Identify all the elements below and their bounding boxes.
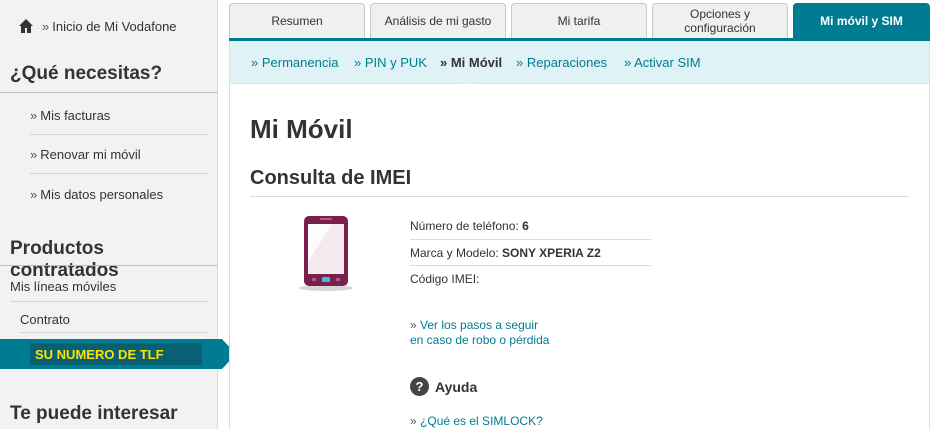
divider	[410, 239, 651, 240]
divider	[410, 265, 651, 266]
interest-heading: Te puede interesar	[10, 403, 178, 424]
page-title: Mi Móvil	[250, 114, 353, 144]
chevron-icon: »	[410, 414, 417, 428]
theft-loss-link[interactable]: » Ver los pasos a seguir en caso de robo…	[410, 318, 549, 348]
model-row: Marca y Modelo: SONY XPERIA Z2	[410, 246, 651, 260]
sidebar-item-label: Renovar mi móvil	[40, 147, 141, 162]
chevron-icon: »	[30, 108, 38, 123]
sidebar: » Inicio de Mi Vodafone ¿Qué necesitas? …	[0, 0, 236, 429]
sidebar-item-renew-phone[interactable]: » Renovar mi móvil	[30, 136, 208, 174]
active-line-item[interactable]: SU NUMERO DE TLF	[0, 339, 236, 369]
chevron-icon: »	[42, 18, 50, 34]
sub-navigation: » Permanencia » PIN y PUK » Mi Móvil » R…	[229, 41, 930, 91]
model-label: Marca y Modelo:	[410, 246, 499, 260]
sidebar-item-personal-data[interactable]: » Mis datos personales	[30, 175, 208, 213]
chevron-icon: »	[410, 318, 417, 332]
tab-summary[interactable]: Resumen	[229, 3, 365, 38]
theft-link-line1: Ver los pasos a seguir	[420, 318, 539, 332]
mobile-lines-link[interactable]: Mis líneas móviles	[10, 279, 116, 294]
divider	[10, 301, 208, 302]
help-heading: ? Ayuda	[410, 377, 477, 396]
tab-my-phone-sim[interactable]: Mi móvil y SIM	[793, 3, 930, 38]
contract-link[interactable]: Contrato	[20, 312, 70, 327]
divider	[20, 332, 208, 333]
tab-spending-analysis[interactable]: Análisis de mi gasto	[370, 3, 506, 38]
tab-options-settings[interactable]: Opciones y configuración	[652, 3, 788, 38]
chevron-icon: »	[30, 147, 38, 162]
sidebar-item-label: Mis facturas	[40, 108, 111, 123]
needs-heading: ¿Qué necesitas?	[10, 63, 163, 84]
section-title: Consulta de IMEI	[250, 167, 412, 189]
question-icon: ?	[410, 377, 429, 396]
sidebar-item-invoices[interactable]: » Mis facturas	[30, 97, 208, 135]
imei-row: Código IMEI:	[410, 272, 651, 286]
divider	[0, 265, 218, 266]
home-link-label: Inicio de Mi Vodafone	[52, 18, 177, 34]
subnav-permanence[interactable]: » Permanencia	[251, 55, 338, 70]
model-value: SONY XPERIA Z2	[502, 246, 601, 260]
phone-number-label: Número de teléfono:	[410, 219, 519, 233]
subnav-pin-puk[interactable]: » PIN y PUK	[354, 55, 427, 70]
theft-link-line2: en caso de robo o pérdida	[410, 333, 550, 347]
divider	[0, 92, 218, 93]
home-link[interactable]: » Inicio de Mi Vodafone	[18, 15, 177, 37]
simlock-link-label: ¿Qué es el SIMLOCK?	[420, 414, 543, 428]
home-icon	[19, 19, 33, 33]
tab-my-plan[interactable]: Mi tarifa	[511, 3, 647, 38]
help-title: Ayuda	[435, 378, 478, 395]
phone-number-label: SU NUMERO DE TLF	[30, 343, 202, 365]
smartphone-icon	[299, 216, 353, 291]
divider	[250, 196, 909, 197]
subnav-repairs[interactable]: » Reparaciones	[516, 55, 607, 70]
imei-label: Código IMEI:	[410, 272, 480, 286]
phone-number-value: 6	[522, 219, 529, 233]
subnav-activate-sim[interactable]: » Activar SIM	[624, 55, 701, 70]
chevron-icon: »	[30, 186, 38, 202]
sidebar-item-label: Mis datos personales	[40, 186, 164, 202]
main-content: Mi Móvil Consulta de IMEI Número de telé…	[229, 84, 930, 429]
subnav-my-phone[interactable]: » Mi Móvil	[440, 55, 502, 70]
products-heading: Productos contratados	[10, 238, 119, 281]
phone-number-row: Número de teléfono: 6	[410, 219, 651, 233]
simlock-link[interactable]: » ¿Qué es el SIMLOCK?	[410, 414, 543, 428]
